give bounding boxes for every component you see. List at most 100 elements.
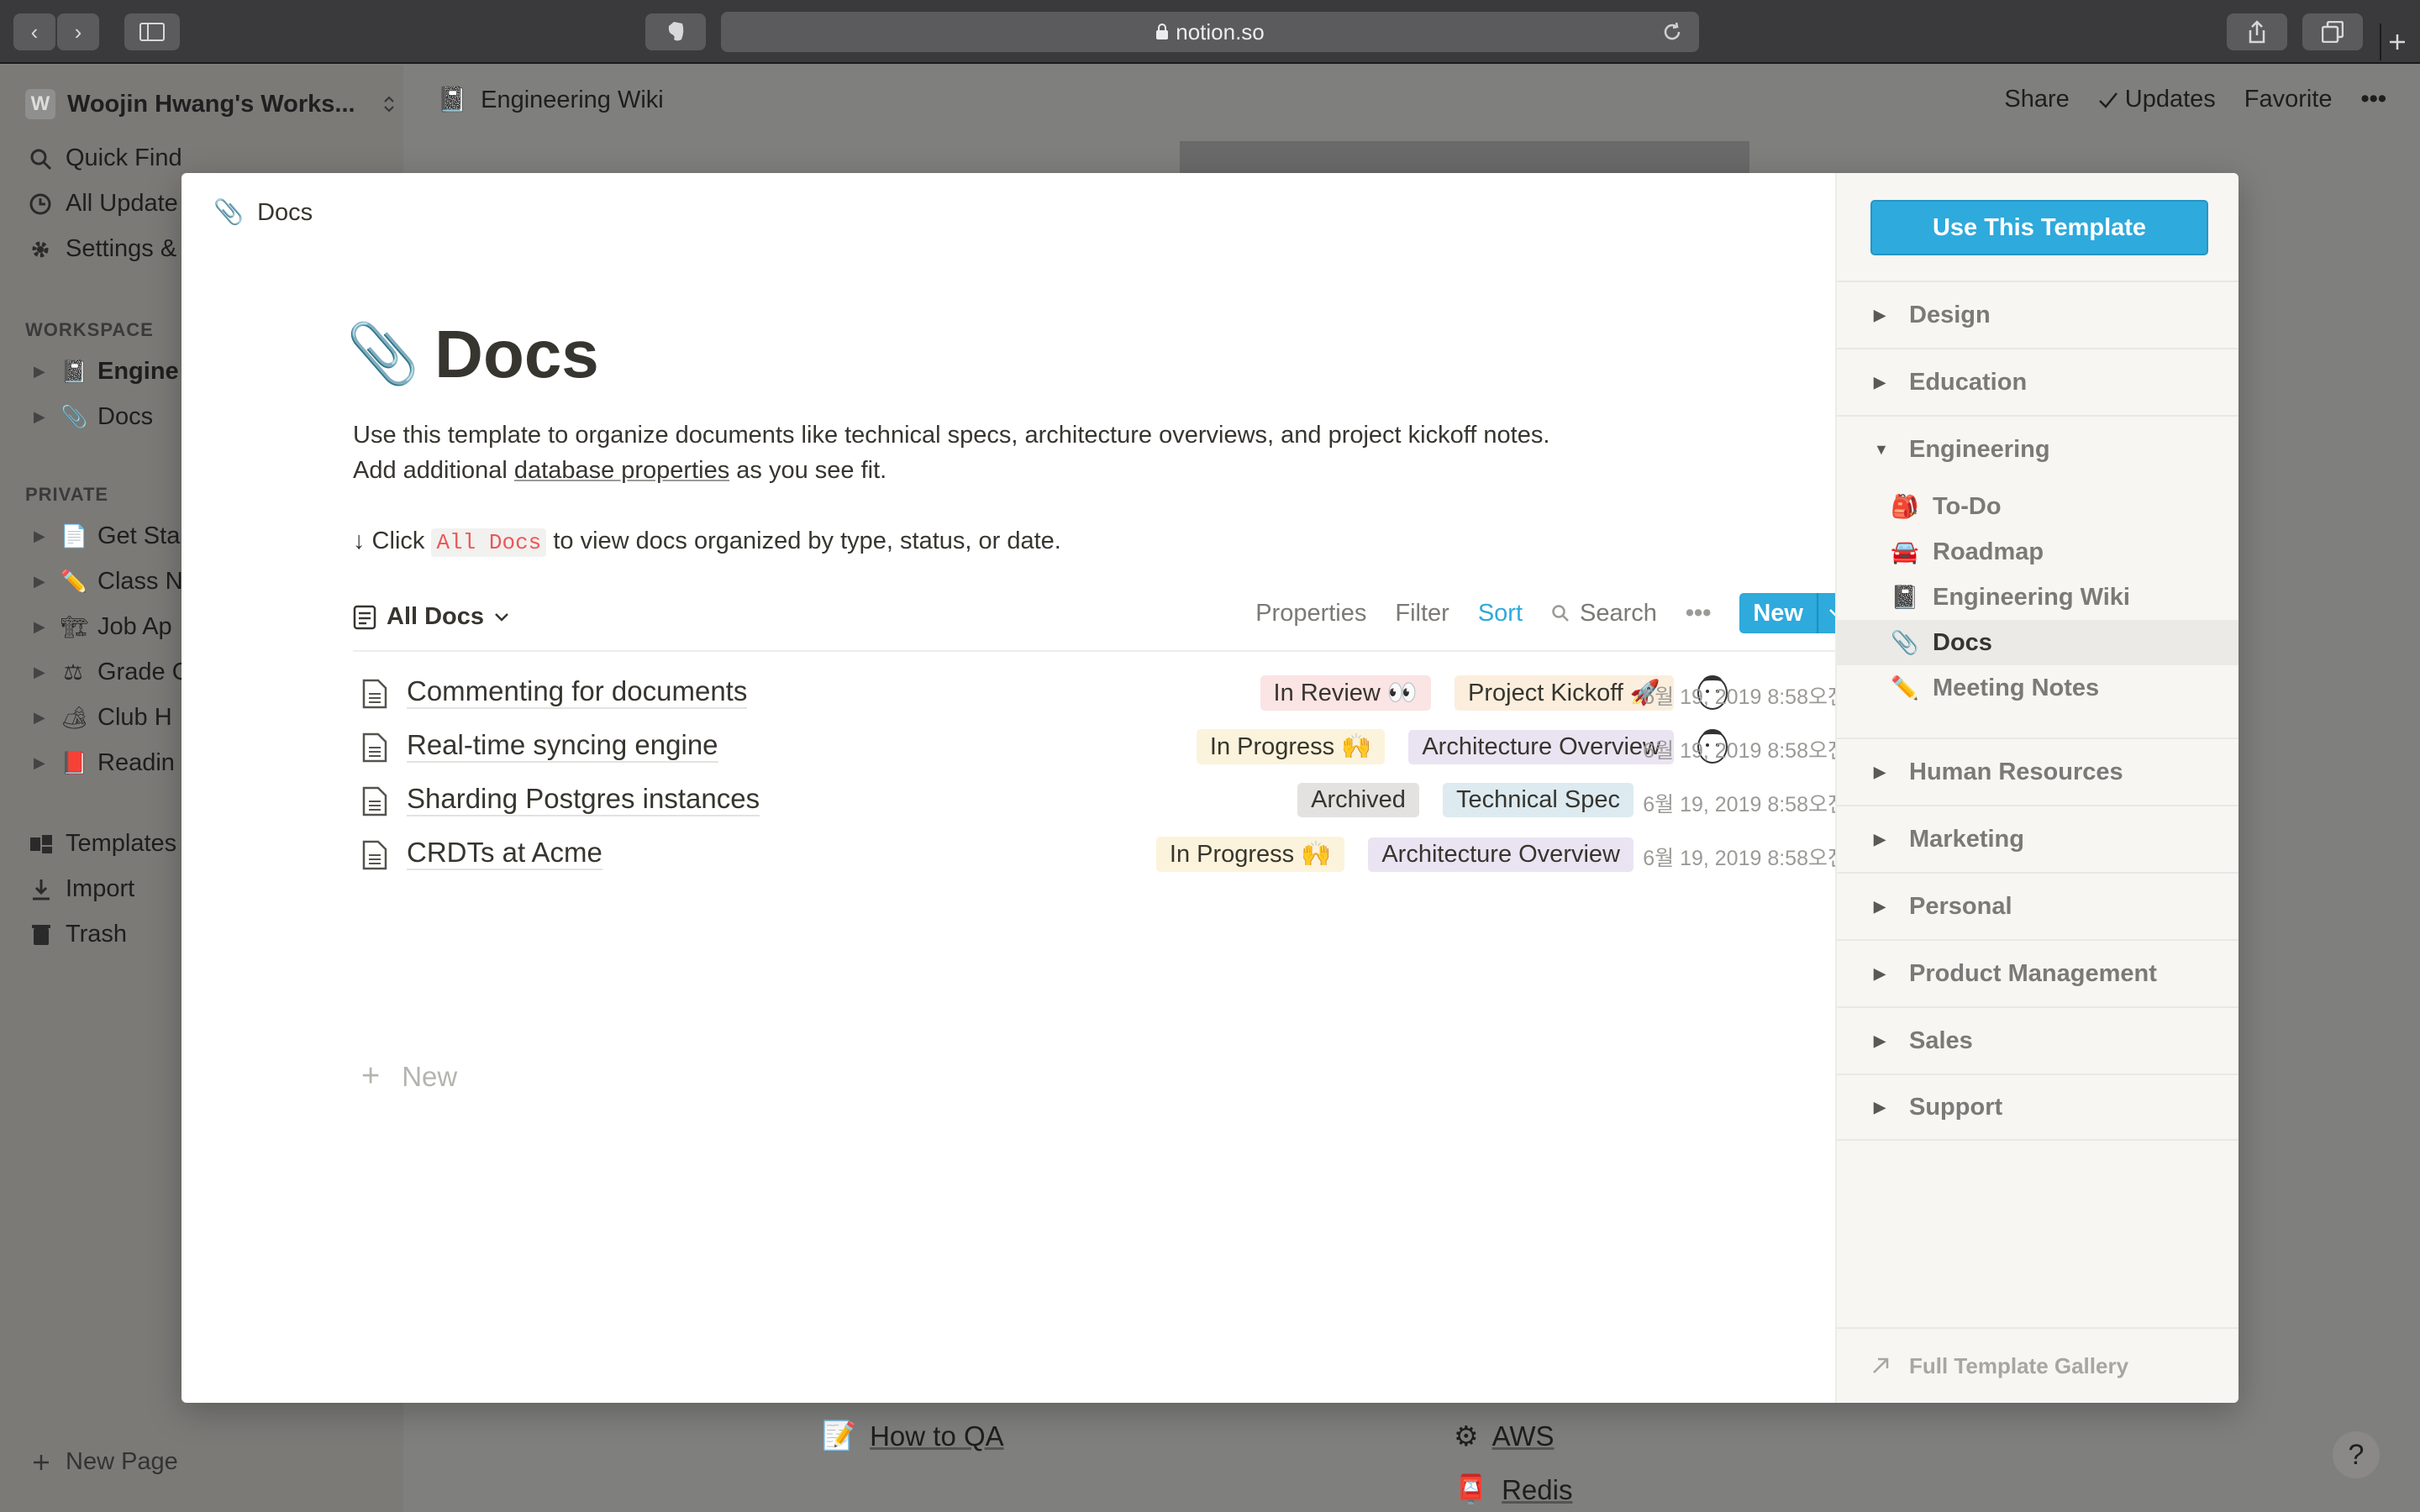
table-row[interactable]: Commenting for documents In Review 👀 Pro… xyxy=(353,667,1854,721)
category-marketing[interactable]: ▶ Marketing xyxy=(1837,805,2238,872)
forward-button[interactable]: › xyxy=(57,13,99,50)
sidebar-page-engineering[interactable]: ▶ 📓 Engine xyxy=(34,358,179,386)
triangle-right-icon[interactable]: ▶ xyxy=(34,408,49,426)
template-item-meeting-notes[interactable]: ✏️ Meeting Notes xyxy=(1837,665,2238,711)
row-title[interactable]: Sharding Postgres instances xyxy=(407,783,760,816)
page-topbar: 📓 Engineering Wiki Share Updates Favorit… xyxy=(403,66,2420,141)
scale-icon: ⚖ xyxy=(63,659,83,685)
sidebar-page-reading-list[interactable]: ▶ 📕 Readin xyxy=(34,749,175,777)
sidebar-page-docs[interactable]: ▶ 📎 Docs xyxy=(34,403,153,431)
sidebar-page-job-applications[interactable]: ▶ 🏗 Job Ap xyxy=(34,613,172,641)
chevron-updown-icon xyxy=(383,96,394,113)
document-icon xyxy=(362,840,387,870)
document-icon xyxy=(362,732,387,763)
back-button[interactable]: ‹ xyxy=(13,13,55,50)
add-row-button[interactable]: + New xyxy=(361,1058,457,1095)
category-education[interactable]: ▶ Education xyxy=(1837,348,2238,415)
table-row[interactable]: Sharding Postgres instances Archived Tec… xyxy=(353,774,1854,828)
row-title[interactable]: CRDTs at Acme xyxy=(407,837,602,870)
triangle-right-icon: ▶ xyxy=(1874,373,1886,391)
workspace-name: Woojin Hwang's Works... xyxy=(67,90,355,118)
table-row[interactable]: Real-time syncing engine In Progress 🙌 A… xyxy=(353,721,1854,774)
link-label: Redis xyxy=(1502,1473,1573,1505)
share-sheet-button[interactable] xyxy=(2227,13,2287,50)
triangle-right-icon[interactable]: ▶ xyxy=(34,618,49,636)
extension-button[interactable] xyxy=(645,13,706,50)
triangle-right-icon[interactable]: ▶ xyxy=(34,664,49,681)
workspace-switcher[interactable]: W Woojin Hwang's Works... xyxy=(25,89,396,119)
table-row[interactable]: CRDTs at Acme In Progress 🙌 Architecture… xyxy=(353,828,1854,882)
triangle-right-icon[interactable]: ▶ xyxy=(34,528,49,545)
sidebar-item-label: Templates xyxy=(66,830,177,857)
sidebar-page-club-homepage[interactable]: ▶ 🏕 Club H xyxy=(34,704,172,732)
hint-text: ↓ Click xyxy=(353,528,432,554)
category-label: Sales xyxy=(1909,1026,1973,1054)
breadcrumb[interactable]: 📓 Engineering Wiki xyxy=(437,86,664,114)
category-engineering[interactable]: ▼ Engineering xyxy=(1837,415,2238,482)
page-cover-image xyxy=(1180,141,1749,175)
full-template-gallery-link[interactable]: Full Template Gallery xyxy=(1837,1327,2238,1403)
sidebar-toggle-button[interactable] xyxy=(124,13,180,50)
category-label: Human Resources xyxy=(1909,758,2123,785)
triangle-right-icon: ▶ xyxy=(1874,1098,1886,1116)
sidebar-trash[interactable]: Trash xyxy=(29,921,127,948)
link-redis[interactable]: 📮 Redis xyxy=(1454,1473,1572,1506)
more-options-icon[interactable]: ••• xyxy=(2361,86,2386,113)
view-switcher[interactable]: All Docs xyxy=(353,603,509,631)
category-human-resources[interactable]: ▶ Human Resources xyxy=(1837,738,2238,805)
sidebar-quick-find[interactable]: Quick Find xyxy=(29,144,182,172)
category-sales[interactable]: ▶ Sales xyxy=(1837,1006,2238,1074)
lock-icon xyxy=(1156,24,1169,39)
row-date: 6월 19, 2019 8:58오전 xyxy=(1643,793,1847,816)
sidebar-item-label: Club H xyxy=(97,704,172,731)
category-personal[interactable]: ▶ Personal xyxy=(1837,872,2238,939)
status-badge: In Progress 🙌 xyxy=(1155,837,1345,872)
category-design[interactable]: ▶ Design xyxy=(1837,281,2238,348)
favorite-button[interactable]: Favorite xyxy=(2244,86,2333,113)
reload-icon[interactable] xyxy=(1660,20,1684,44)
template-item-todo[interactable]: 🎒 To-Do xyxy=(1837,484,2238,529)
sidebar-templates[interactable]: Templates xyxy=(29,830,176,858)
sidebar-item-label: Settings & xyxy=(66,235,177,262)
tabs-overview-button[interactable] xyxy=(2302,13,2363,50)
triangle-right-icon[interactable]: ▶ xyxy=(34,573,49,591)
sidebar-all-updates[interactable]: All Update xyxy=(29,190,178,218)
template-item-engineering-wiki[interactable]: 📓 Engineering Wiki xyxy=(1837,575,2238,620)
book-icon: 📕 xyxy=(60,750,88,775)
sidebar-page-grade-calculator[interactable]: ▶ ⚖ Grade C xyxy=(34,659,190,686)
category-product-management[interactable]: ▶ Product Management xyxy=(1837,939,2238,1006)
properties-button[interactable]: Properties xyxy=(1255,600,1366,627)
triangle-right-icon[interactable]: ▶ xyxy=(34,709,49,727)
database-properties-link[interactable]: database properties xyxy=(514,457,729,484)
plus-icon xyxy=(34,1454,49,1470)
link-aws[interactable]: ⚙ AWS xyxy=(1454,1420,1555,1452)
more-options-icon[interactable]: ••• xyxy=(1686,600,1711,627)
share-button[interactable]: Share xyxy=(2004,86,2069,113)
template-item-roadmap[interactable]: 🚘 Roadmap xyxy=(1837,529,2238,575)
updates-button[interactable]: Updates xyxy=(2098,86,2216,113)
category-support[interactable]: ▶ Support xyxy=(1837,1074,2238,1141)
help-button[interactable]: ? xyxy=(2333,1431,2380,1478)
search-button[interactable]: Search xyxy=(1551,600,1657,627)
sidebar-import[interactable]: Import xyxy=(29,875,134,903)
row-title[interactable]: Commenting for documents xyxy=(407,675,748,709)
triangle-right-icon: ▶ xyxy=(1874,306,1886,323)
triangle-right-icon[interactable]: ▶ xyxy=(34,754,49,772)
new-page-button[interactable]: New Page xyxy=(29,1448,178,1476)
new-button-label[interactable]: New xyxy=(1739,593,1817,633)
row-title[interactable]: Real-time syncing engine xyxy=(407,729,718,763)
use-template-button[interactable]: Use This Template xyxy=(1870,200,2208,255)
address-bar[interactable]: notion.so xyxy=(721,12,1699,52)
status-badge: Archived xyxy=(1297,783,1419,817)
updates-label: Updates xyxy=(2124,86,2216,113)
sidebar-page-getting-started[interactable]: ▶ 📄 Get Sta xyxy=(34,522,180,550)
template-item-docs[interactable]: 📎 Docs xyxy=(1837,620,2238,665)
new-tab-button[interactable] xyxy=(2380,24,2413,60)
sidebar-page-class-notes[interactable]: ▶ ✏️ Class N xyxy=(34,568,183,596)
sidebar-settings[interactable]: Settings & xyxy=(29,235,176,263)
link-how-to-qa[interactable]: 📝 How to QA xyxy=(822,1420,1004,1452)
triangle-right-icon: ▶ xyxy=(1874,830,1886,848)
triangle-right-icon[interactable]: ▶ xyxy=(34,363,49,381)
filter-button[interactable]: Filter xyxy=(1395,600,1449,627)
sort-button[interactable]: Sort xyxy=(1478,600,1523,627)
